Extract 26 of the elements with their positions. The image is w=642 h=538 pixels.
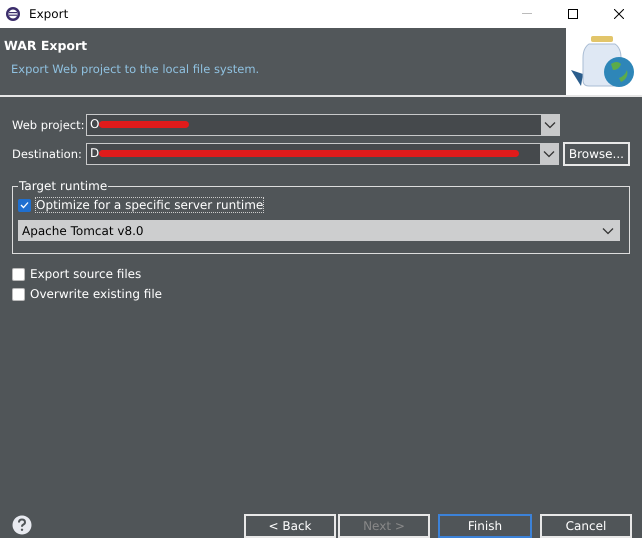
maximize-icon[interactable]	[568, 9, 578, 19]
checkbox[interactable]	[18, 198, 31, 212]
app-icon	[5, 6, 21, 22]
window-title: Export	[29, 7, 70, 21]
chevron-icon	[542, 150, 555, 158]
wizard-button[interactable]: < Back	[244, 514, 336, 538]
checkbox-label[interactable]: Export source files	[30, 267, 142, 281]
runtime-dropdown[interactable]: Apache Tomcat v8.0	[18, 220, 620, 241]
wizard-title: WAR Export	[4, 38, 88, 53]
chevron-icon	[602, 226, 614, 234]
close-icon[interactable]	[614, 9, 624, 19]
checkbox-label[interactable]: Optimize for a specific server runtime	[36, 198, 264, 212]
checkbox[interactable]	[12, 268, 25, 280]
combo-field[interactable]: D	[86, 142, 559, 164]
chevron-icon	[544, 120, 556, 128]
wizard-button[interactable]: Cancel	[540, 514, 632, 538]
help-icon[interactable]	[12, 514, 32, 534]
wizard-description: Export Web project to the local file system.	[11, 62, 260, 76]
checkbox[interactable]	[12, 288, 25, 300]
group-legend: Target runtime	[18, 179, 108, 193]
combo-field[interactable]: O	[86, 114, 560, 136]
checkbox-label[interactable]: Overwrite existing file	[30, 287, 162, 301]
field-label: Destination:	[12, 146, 83, 160]
field-label: Web project:	[12, 118, 86, 132]
browse-button[interactable]: Browse...	[562, 142, 630, 166]
wizard-button[interactable]: Finish	[438, 514, 532, 538]
